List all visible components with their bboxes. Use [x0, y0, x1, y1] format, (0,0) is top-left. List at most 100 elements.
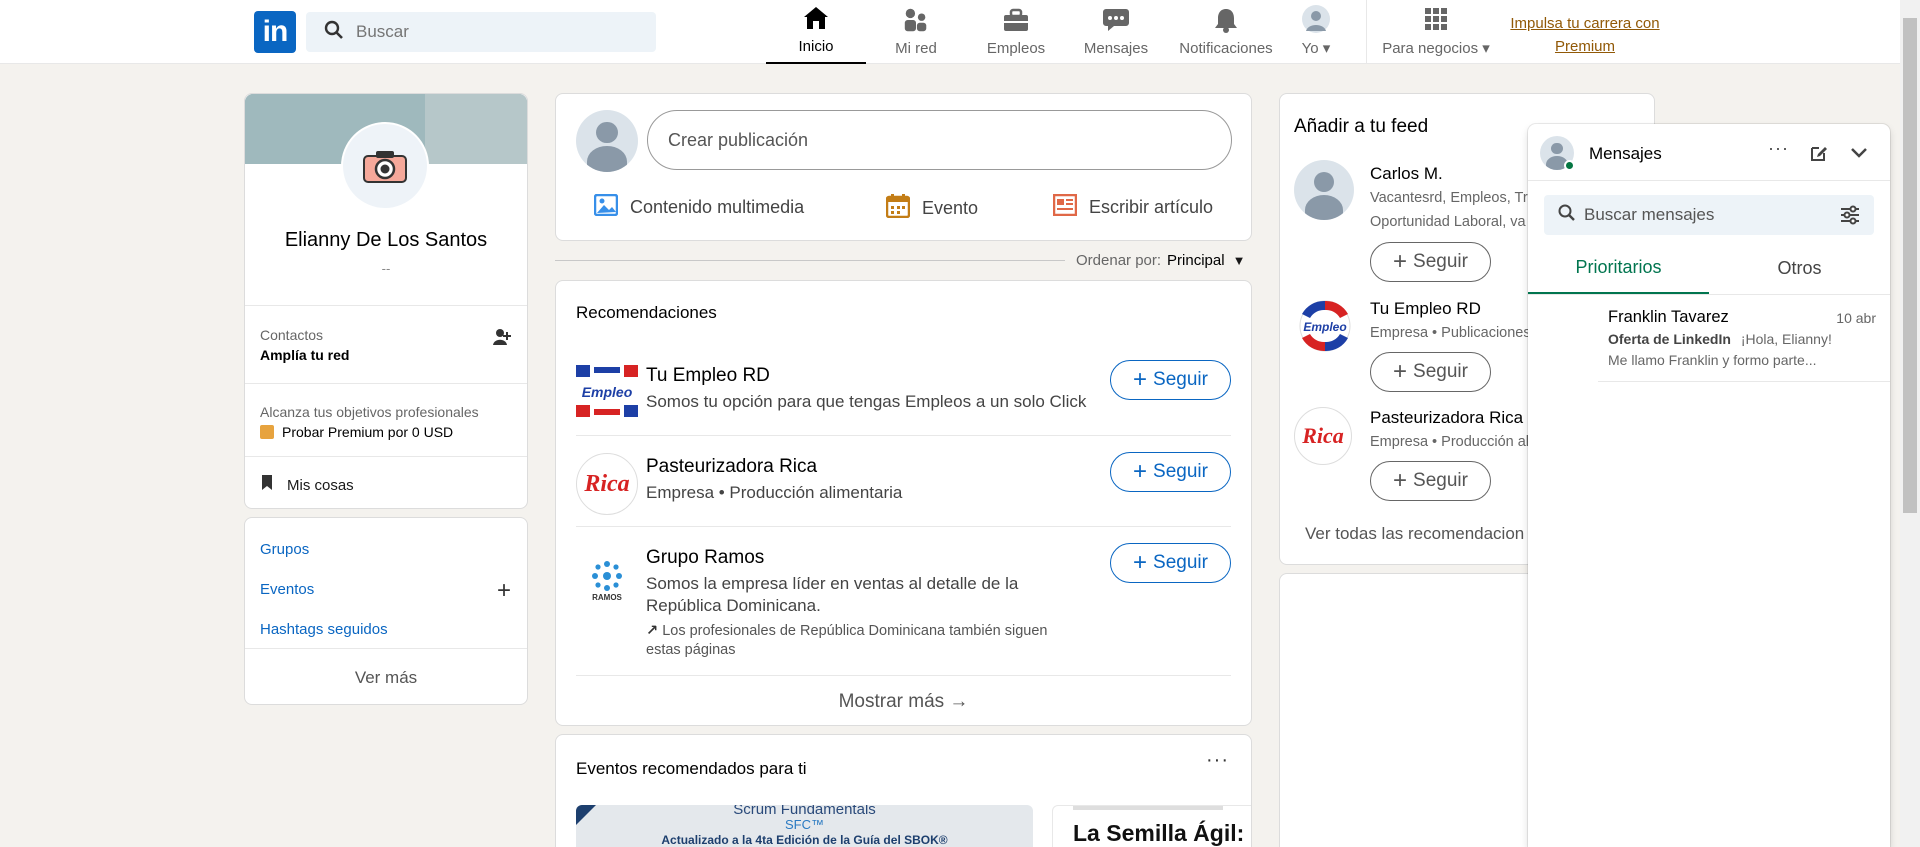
media-button[interactable]: Contenido multimedia [593, 193, 804, 221]
rec-social-proof: ↗ Los profesionales de República Dominic… [646, 623, 1048, 658]
profile-name[interactable]: Elianny De Los Santos [245, 229, 527, 252]
tab-other[interactable]: Otros [1709, 242, 1890, 294]
search-box[interactable] [306, 12, 656, 52]
nav-notifications-label: Notificaciones [1179, 40, 1273, 57]
rec-name[interactable]: Pasteurizadora Rica [646, 456, 817, 478]
divider [576, 435, 1231, 436]
premium-try-link[interactable]: Probar Premium por 0 USD [260, 424, 479, 440]
divider [245, 383, 527, 384]
rec-name[interactable]: Tu Empleo RD [646, 365, 770, 387]
network-icon [902, 6, 930, 34]
feed-name[interactable]: Carlos M. [1370, 164, 1443, 184]
compose-icon[interactable] [1810, 144, 1828, 167]
nav-me[interactable]: Yo ▾ [1286, 0, 1346, 64]
message-search-box[interactable]: Buscar mensajes [1544, 195, 1874, 235]
divider [245, 305, 527, 306]
feed-name[interactable]: Tu Empleo RD [1370, 299, 1481, 319]
nav-network-label: Mi red [895, 40, 937, 57]
more-options-icon[interactable]: ··· [1768, 138, 1789, 159]
premium-upsell-link[interactable]: Impulsa tu carrera con Premium [1505, 12, 1665, 58]
calendar-icon [885, 194, 911, 223]
event-card-semilla[interactable]: La Semilla Ágil: [1052, 805, 1251, 847]
conversation-item[interactable]: Franklin Tavarez 10 abr Oferta de Linked… [1598, 300, 1890, 382]
conversation-preview: Oferta de LinkedIn ¡Hola, Elianny! [1608, 331, 1832, 347]
show-more-button[interactable]: Mostrar más → [556, 691, 1251, 713]
divider [576, 526, 1231, 527]
rec-desc: Empresa • Producción alimentaria [646, 483, 903, 502]
tu-empleo-rd-logo[interactable]: Empleo [576, 365, 638, 417]
premium-icon [260, 425, 274, 439]
contacts-label: Contactos [260, 327, 324, 343]
follow-button[interactable]: + Seguir [1110, 360, 1231, 400]
page-scrollbar[interactable] [1900, 0, 1920, 847]
follow-button[interactable]: + Seguir [1370, 352, 1491, 392]
create-post-button[interactable]: Crear publicación [647, 110, 1232, 170]
add-event-icon[interactable]: + [497, 579, 511, 603]
groups-link[interactable]: Grupos [260, 541, 309, 558]
add-contact-icon[interactable] [493, 328, 511, 351]
feed-desc: Vacantesrd, Empleos, Tra [1370, 190, 1536, 206]
goals-label: Alcanza tus objetivos profesionales [260, 404, 479, 420]
see-all-recommendations-link[interactable]: Ver todas las recomendacion [1305, 524, 1524, 544]
more-options-icon[interactable]: ··· [1206, 749, 1229, 772]
bell-icon [1212, 6, 1240, 34]
event-line-1: La Semilla Ágil: [1073, 820, 1245, 846]
search-icon [324, 20, 344, 45]
feed-name[interactable]: Pasteurizadora Rica [1370, 408, 1523, 428]
follow-button[interactable]: + Seguir [1110, 452, 1231, 492]
search-input[interactable] [356, 22, 636, 42]
grupo-ramos-logo[interactable]: RAMOS [576, 549, 638, 611]
follow-button[interactable]: + Seguir [1370, 461, 1491, 501]
my-items-link[interactable]: Mis cosas [261, 474, 354, 496]
composer-avatar[interactable] [576, 110, 638, 172]
profile-photo[interactable] [341, 122, 429, 210]
sort-dropdown[interactable]: Ordenar por: Principal ▼ [1076, 252, 1245, 269]
messaging-avatar[interactable] [1540, 136, 1576, 172]
divider [245, 648, 527, 649]
filter-icon[interactable] [1840, 205, 1860, 230]
nav-jobs[interactable]: Empleos [966, 0, 1066, 64]
trending-icon: ↗ [646, 623, 659, 639]
nav-home[interactable]: Inicio [766, 0, 866, 64]
tab-focused[interactable]: Prioritarios [1528, 242, 1709, 294]
composer-card: Crear publicación Contenido multimedia E… [555, 93, 1252, 241]
rica-logo[interactable]: Rica [576, 453, 638, 515]
my-items-label: Mis cosas [287, 476, 354, 494]
events-link[interactable]: Eventos [260, 581, 314, 598]
nav-network[interactable]: Mi red [866, 0, 966, 64]
article-icon [1052, 193, 1078, 221]
camera-icon [363, 151, 407, 183]
avatar-icon [1302, 5, 1330, 33]
chevron-down-icon[interactable] [1850, 146, 1868, 164]
rec-desc: Somos tu opción para que tengas Empleos … [646, 392, 1087, 411]
messaging-title[interactable]: Mensajes [1589, 144, 1662, 164]
event-button[interactable]: Evento [885, 194, 978, 223]
grid-icon [1422, 5, 1450, 33]
scrollbar-thumb[interactable] [1903, 18, 1917, 513]
ramos-emblem-icon [592, 560, 622, 591]
svg-text:Empleo: Empleo [1303, 320, 1346, 334]
profile-headline: -- [381, 261, 391, 276]
follow-button[interactable]: + Seguir [1370, 242, 1491, 282]
follow-button[interactable]: + Seguir [1110, 543, 1231, 583]
rec-name[interactable]: Grupo Ramos [646, 547, 764, 569]
conversation-sender: Franklin Tavarez [1608, 308, 1729, 326]
nav-notifications[interactable]: Notificaciones [1166, 0, 1286, 64]
tu-empleo-rd-logo[interactable]: Empleo [1294, 300, 1356, 352]
write-article-button[interactable]: Escribir artículo [1052, 193, 1213, 221]
message-search-input[interactable]: Buscar mensajes [1584, 205, 1714, 225]
nav-business[interactable]: Para negocios ▾ [1376, 0, 1496, 64]
nav-messaging[interactable]: Mensajes [1066, 0, 1166, 64]
linkedin-logo[interactable]: in [254, 11, 296, 53]
see-more-button[interactable]: Ver más [245, 668, 527, 688]
feed-avatar[interactable] [1294, 160, 1354, 220]
event-card-scrum[interactable]: Scrum Fundamentals SFC™ Actualizado a la… [576, 805, 1033, 847]
event-line-3: Actualizado a la 4ta Edición de la Guía … [661, 833, 948, 847]
conversation-date: 10 abr [1836, 310, 1876, 326]
home-icon [802, 4, 830, 32]
hashtags-link[interactable]: Hashtags seguidos [260, 621, 388, 638]
contacts-section[interactable]: Contactos Amplía tu red [260, 327, 349, 363]
rica-logo[interactable]: Rica [1294, 407, 1352, 465]
premium-section[interactable]: Alcanza tus objetivos profesionales Prob… [260, 404, 479, 440]
divider [1528, 294, 1890, 295]
